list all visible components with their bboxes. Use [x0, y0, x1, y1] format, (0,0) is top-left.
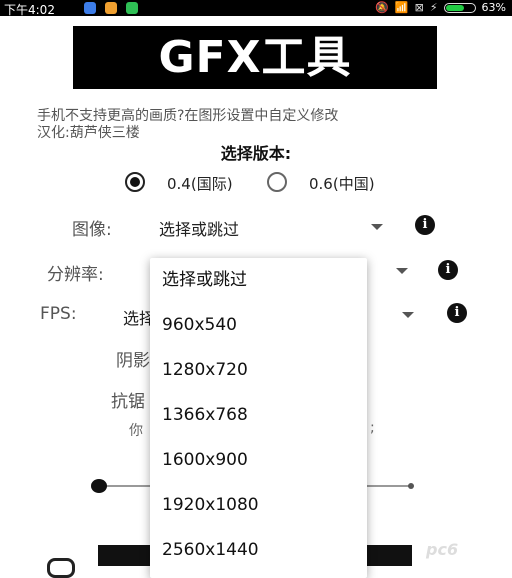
instagram-icon[interactable] — [47, 558, 75, 578]
photo-app-icon — [105, 2, 117, 14]
status-indicators: 🔕 📶 ⊠ ⚡ 63% — [375, 1, 506, 14]
dropdown-item-skip[interactable]: 选择或跳过 — [150, 258, 367, 303]
version-radio-group: 0.4(国际) 0.6(中国) — [0, 170, 512, 194]
resolution-label: 分辨率: — [47, 265, 104, 285]
slider-end-marker — [408, 483, 414, 489]
image-quality-info-icon[interactable]: i — [415, 215, 435, 235]
dropdown-item-1600x900[interactable]: 1600x900 — [150, 438, 367, 483]
radio-china[interactable] — [267, 172, 287, 192]
hint-text-left: 你 — [129, 423, 143, 439]
image-quality-label: 图像: — [72, 220, 112, 240]
dropdown-item-1920x1080[interactable]: 1920x1080 — [150, 483, 367, 528]
dropdown-menu: 选择或跳过 960x540 1280x720 1366x768 1600x900… — [150, 258, 367, 578]
app-title-banner: GFX工具 — [73, 26, 437, 89]
antialias-label: 抗锯 — [111, 392, 145, 412]
radio-international-label[interactable]: 0.4(国际) — [167, 173, 233, 194]
status-bar: 下午4:02 🔕 📶 ⊠ ⚡ 63% — [0, 0, 512, 17]
status-time: 下午4:02 — [4, 3, 55, 17]
watermark-logo: pc6 — [426, 540, 459, 559]
radio-international[interactable] — [125, 172, 145, 192]
notice-line-1: 手机不支持更高的画质?在图形设置中自定义修改 — [37, 108, 339, 124]
slider-thumb[interactable] — [91, 479, 107, 493]
dropdown-item-2560x1440[interactable]: 2560x1440 — [150, 528, 367, 573]
charging-icon: ⚡ — [429, 1, 438, 14]
no-sim-icon: ⊠ — [414, 1, 424, 14]
chat-app-icon — [126, 2, 138, 14]
shadow-label: 阴影 — [116, 351, 150, 371]
image-quality-caret-icon[interactable] — [371, 224, 383, 230]
fps-info-icon[interactable]: i — [447, 303, 467, 323]
radio-china-label[interactable]: 0.6(中国) — [309, 173, 375, 194]
wifi-icon: 📶 — [394, 1, 409, 14]
resolution-info-icon[interactable]: i — [438, 260, 458, 280]
dropdown-item-1280x720[interactable]: 1280x720 — [150, 348, 367, 393]
hint-text-right: ; — [370, 420, 375, 436]
resolution-caret-icon[interactable] — [396, 268, 408, 274]
fps-label: FPS: — [40, 304, 77, 324]
battery-icon — [443, 2, 476, 13]
version-title: 选择版本: — [220, 144, 292, 163]
dropdown-item-960x540[interactable]: 960x540 — [150, 303, 367, 348]
fps-caret-icon[interactable] — [402, 312, 414, 318]
mail-app-icon — [84, 2, 96, 14]
dropdown-item-1366x768[interactable]: 1366x768 — [150, 393, 367, 438]
battery-percent: 63% — [481, 1, 506, 14]
mute-icon: 🔕 — [375, 1, 389, 14]
notice-text: 手机不支持更高的画质?在图形设置中自定义修改 汉化:葫芦侠三楼 — [37, 108, 338, 142]
image-quality-select[interactable]: 选择或跳过 — [159, 216, 239, 240]
